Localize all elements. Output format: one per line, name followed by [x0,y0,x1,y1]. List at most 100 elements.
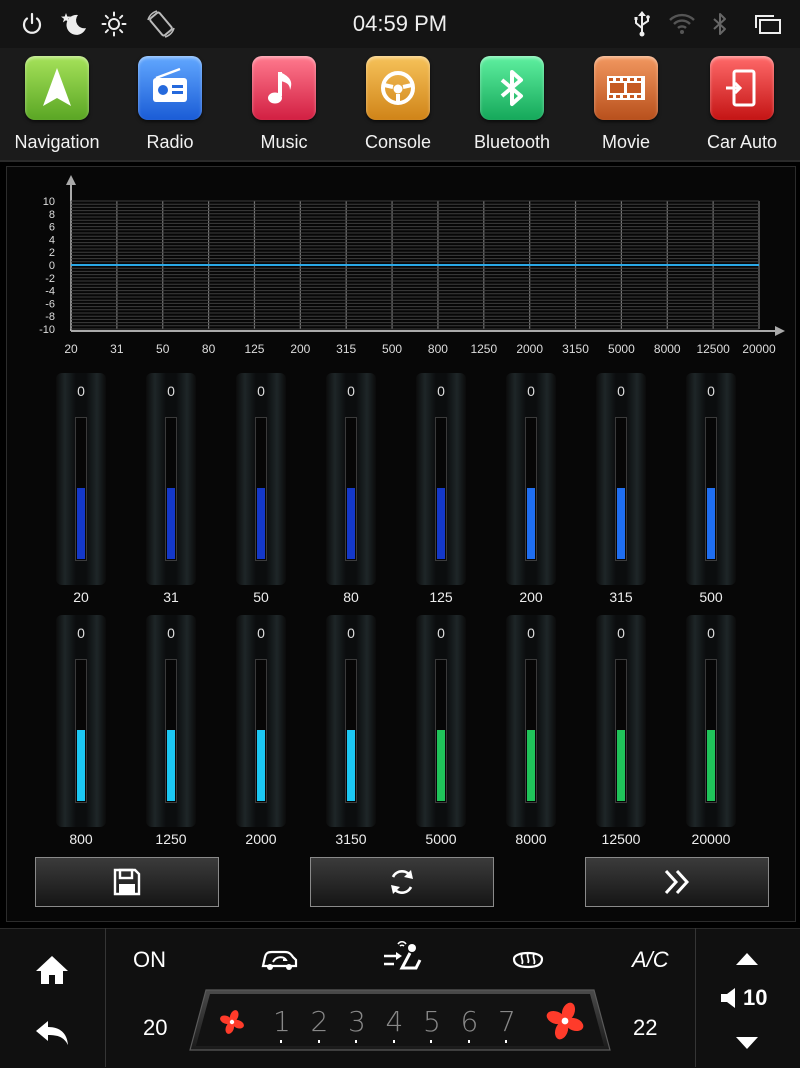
eq-response-graph: 20 31 50 80 125 200 315 500 800 1250 2000 3150 5000 8… [39,175,785,356]
eq-slider-50[interactable]: 0 [236,373,286,585]
slider-value: 0 [707,383,715,399]
eq-slider-500[interactable]: 0 [686,373,736,585]
equalizer-panel: 20 31 50 80 125 200 315 500 800 1250 2000 3150 5000 8… [6,166,796,922]
ac-button[interactable]: A/C [632,947,669,973]
slider-track[interactable] [345,659,357,803]
slider-frequency-label: 8000 [515,831,547,847]
app-movie[interactable]: Movie [569,56,683,153]
fan-level-tick [280,1040,282,1043]
slider-track[interactable] [165,659,177,803]
fan-level-tick [467,1040,470,1043]
eq-slider-20[interactable]: 0 [56,373,106,585]
eq-slider-2000[interactable]: 0 [236,615,286,827]
slider-frequency-label: 80 [343,589,359,605]
recirculation-icon[interactable] [258,944,300,976]
fan-low-icon[interactable] [218,1008,246,1036]
slider-fill [167,730,175,801]
slider-track[interactable] [75,417,87,561]
x-tick-label: 3150 [562,342,589,356]
slider-track[interactable] [255,659,267,803]
app-console[interactable]: Console [341,56,455,153]
defrost-icon[interactable] [510,944,546,974]
divider [695,928,696,1067]
app-label: Navigation [14,132,100,152]
slider-frequency-label: 1250 [155,831,187,847]
home-icon[interactable] [32,952,72,988]
slider-value: 0 [257,625,265,641]
app-navigation[interactable]: Navigation [0,56,114,153]
slider-track[interactable] [435,417,447,561]
slider-fill [257,488,265,559]
eq-slider-20000[interactable]: 0 [686,615,736,827]
app-label: Movie [601,132,650,152]
airflow-mode-icon[interactable] [382,940,426,980]
eq-slider-31[interactable]: 0 [146,373,196,585]
fan-high-icon[interactable] [544,1000,586,1042]
reset-icon [391,870,413,894]
slider-frequency-label: 500 [699,589,723,605]
slider-value: 0 [167,625,175,641]
slider-frequency-label: 31 [163,589,179,605]
slider-frequency-label: 800 [69,831,93,847]
app-radio[interactable]: Radio [113,56,227,153]
slider-track[interactable] [705,659,717,803]
x-tick-label: 800 [428,342,448,356]
slider-track[interactable] [435,659,447,803]
slider-fill [527,730,535,801]
slider-frequency-label: 200 [519,589,543,605]
slider-track[interactable] [705,417,717,561]
fan-level-7[interactable]: 7 [498,1005,516,1038]
eq-slider-800[interactable]: 0 [56,615,106,827]
fan-level-4[interactable]: 4 [386,1005,404,1038]
slider-track[interactable] [165,417,177,561]
slider-track[interactable] [615,659,627,803]
slider-fill [707,730,715,801]
usb-icon [630,10,654,38]
eq-slider-315[interactable]: 0 [596,373,646,585]
recent-apps-icon[interactable] [752,10,784,38]
volume-up-icon[interactable] [733,948,761,970]
slider-track[interactable] [345,417,357,561]
eq-slider-3150[interactable]: 0 [326,615,376,827]
slider-fill [347,730,355,801]
save-button[interactable] [35,857,219,907]
eq-slider-80[interactable]: 0 [326,373,376,585]
fan-level-1[interactable]: 1 [273,1005,291,1038]
app-label: Bluetooth [473,132,551,152]
app-music[interactable]: Music [227,56,341,153]
volume-down-icon[interactable] [733,1032,761,1054]
x-axis-arrow [775,326,785,336]
reset-button[interactable] [310,857,494,907]
next-page-button[interactable] [585,857,769,907]
x-tick-label: 20 [64,342,78,356]
slider-fill [617,730,625,801]
app-bluetooth[interactable]: Bluetooth [455,56,569,153]
app-label: Console [364,132,432,152]
slider-track[interactable] [255,417,267,561]
eq-slider-12500[interactable]: 0 [596,615,646,827]
eq-slider-5000[interactable]: 0 [416,615,466,827]
climate-power-button[interactable]: ON [133,947,166,973]
eq-slider-125[interactable]: 0 [416,373,466,585]
wifi-icon [668,10,696,38]
fan-level-6[interactable]: 6 [461,1005,479,1038]
eq-slider-1250[interactable]: 0 [146,615,196,827]
slider-fill [707,488,715,559]
y-tick-label: 0 [49,260,55,272]
app-car-auto[interactable]: Car Auto [685,56,799,153]
eq-slider-200[interactable]: 0 [506,373,556,585]
temp-left[interactable]: 20 [143,1015,167,1041]
next-icon [664,869,690,895]
x-tick-label: 12500 [696,342,730,356]
eq-slider-8000[interactable]: 0 [506,615,556,827]
slider-track[interactable] [525,659,537,803]
slider-track[interactable] [75,659,87,803]
slider-track[interactable] [615,417,627,561]
back-icon[interactable] [32,1014,72,1050]
slider-track[interactable] [525,417,537,561]
fan-level-3[interactable]: 3 [348,1005,366,1038]
fan-level-5[interactable]: 5 [423,1005,441,1038]
y-tick-label: 8 [49,209,55,221]
fan-level-2[interactable]: 2 [311,1005,329,1038]
temp-right[interactable]: 22 [633,1015,657,1041]
